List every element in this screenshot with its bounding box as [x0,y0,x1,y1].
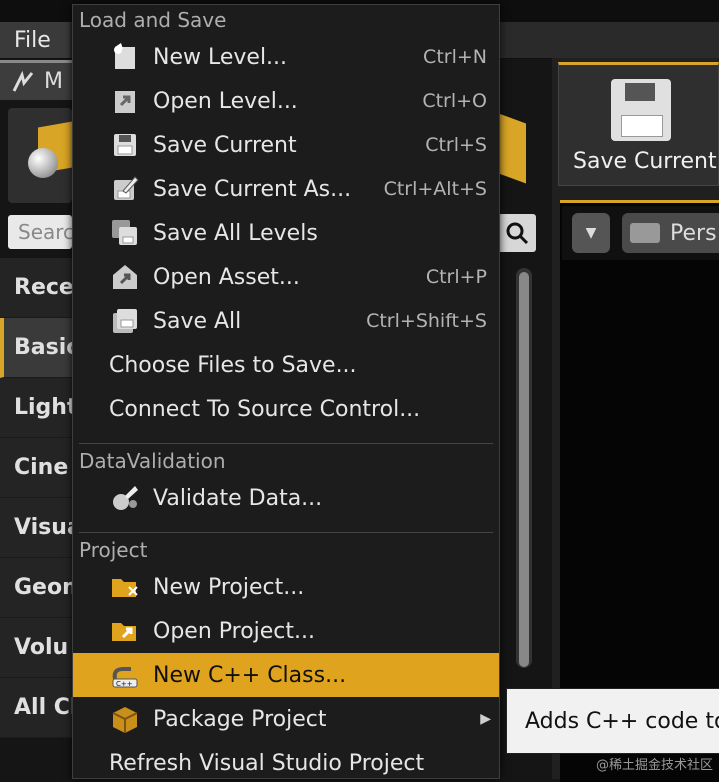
menu-item-new-cpp-class[interactable]: C++ New C++ Class... [73,653,499,697]
cpp-class-icon: C++ [112,667,138,688]
search-input[interactable]: Search [8,215,72,249]
category-basic[interactable]: Basic [0,318,72,378]
category-visual-effects[interactable]: Visua [0,498,72,558]
section-data-validation: DataValidation [79,449,226,473]
file-menu-button[interactable]: File [0,22,70,58]
menu-item-label: New Level... [153,44,288,70]
menu-item-shortcut: Ctrl+S [425,134,487,156]
svg-text:C++: C++ [116,680,133,688]
perspective-button[interactable]: Pers [622,213,719,253]
submenu-arrow-icon: ▶ [480,711,491,727]
menu-item-label: Open Level... [153,88,298,114]
menu-item-validate-data[interactable]: Validate Data... [73,476,499,520]
category-all-classes[interactable]: All Cl [0,678,72,738]
viewport-options-dropdown[interactable]: ▼ [572,213,610,253]
save-as-icon [114,176,139,200]
menu-item-shortcut: Ctrl+Shift+S [366,310,487,332]
open-asset-icon [113,265,137,289]
light-bulb-icon [28,148,58,178]
new-level-icon [114,43,135,69]
category-recent[interactable]: Rece [0,258,72,318]
save-all-levels-icon [112,220,137,245]
section-load-and-save: Load and Save [79,8,227,32]
watermark: @稀土掘金技术社区 [595,758,713,773]
file-dropdown-menu: Load and Save New Level... Ctrl+N Open L… [72,4,500,779]
modes-tab[interactable]: M [0,60,72,100]
menu-item-package-project[interactable]: Package Project ▶ [73,697,499,741]
menu-item-label: New Project... [153,574,305,600]
menu-item-shortcut: Ctrl+O [422,90,487,112]
tooltip: Adds C++ code to [506,688,719,754]
menu-item-save-current-as[interactable]: Save Current As... Ctrl+Alt+S [73,167,499,211]
package-icon [112,707,138,733]
menu-item-label: Save Current As... [153,176,352,202]
menu-item-label: Save All Levels [153,220,318,246]
actor-cube-icon [496,112,526,184]
category-volumes[interactable]: Volu [0,618,72,678]
save-current-button[interactable]: Save Current [558,62,719,186]
scrollbar-thumb[interactable] [519,272,529,667]
menu-item-label: Save All [153,308,242,334]
modes-icon [12,70,34,92]
menu-item-open-level[interactable]: Open Level... Ctrl+O [73,79,499,123]
new-project-icon [112,579,138,597]
menu-item-open-project[interactable]: Open Project... [73,609,499,653]
place-mode-icons[interactable] [8,108,78,203]
menu-item-label: Connect To Source Control... [109,396,421,422]
save-all-icon [113,309,137,333]
menu-separator [79,532,493,533]
menu-item-new-project[interactable]: New Project... [73,565,499,609]
menu-item-save-current[interactable]: Save Current Ctrl+S [73,123,499,167]
open-project-icon [112,623,136,641]
menu-item-connect-source-control[interactable]: Connect To Source Control... [73,387,499,431]
menu-item-shortcut: Ctrl+Alt+S [383,178,487,200]
menu-item-refresh-visual-studio[interactable]: Refresh Visual Studio Project [73,741,499,778]
section-project: Project [79,538,148,562]
place-categories: Rece Basic Light Cine Visua Geom Volu Al… [0,258,72,738]
perspective-icon [630,223,660,243]
chevron-down-icon: ▼ [585,225,597,241]
save-icon [114,134,136,156]
menu-item-label: Choose Files to Save... [109,352,357,378]
search-button[interactable] [498,214,536,252]
menu-item-label: Save Current [153,132,297,158]
category-cinematic[interactable]: Cine [0,438,72,498]
save-current-label: Save Current [573,149,717,174]
menu-item-save-all-levels[interactable]: Save All Levels [73,211,499,255]
menu-item-label: New C++ Class... [153,662,347,688]
menu-item-label: Open Project... [153,618,316,644]
menu-item-label: Package Project [153,706,327,732]
category-geometry[interactable]: Geom [0,558,72,618]
menu-item-open-asset[interactable]: Open Asset... Ctrl+P [73,255,499,299]
floppy-disk-icon [611,79,671,141]
menu-item-shortcut: Ctrl+N [423,46,487,68]
modes-tab-label: M [44,69,63,94]
menu-item-save-all[interactable]: Save All Ctrl+Shift+S [73,299,499,343]
validate-data-icon [113,486,138,510]
category-lights[interactable]: Light [0,378,72,438]
menu-item-label: Validate Data... [153,485,323,511]
menu-item-choose-files-to-save[interactable]: Choose Files to Save... [73,343,499,387]
menu-item-new-level[interactable]: New Level... Ctrl+N [73,35,499,79]
search-icon [506,222,529,245]
menu-item-shortcut: Ctrl+P [425,266,487,288]
menu-item-label: Open Asset... [153,264,300,290]
open-level-icon [115,91,135,113]
menu-item-label: Refresh Visual Studio Project [109,750,425,776]
perspective-label: Pers [670,220,717,246]
menu-separator [79,443,493,444]
